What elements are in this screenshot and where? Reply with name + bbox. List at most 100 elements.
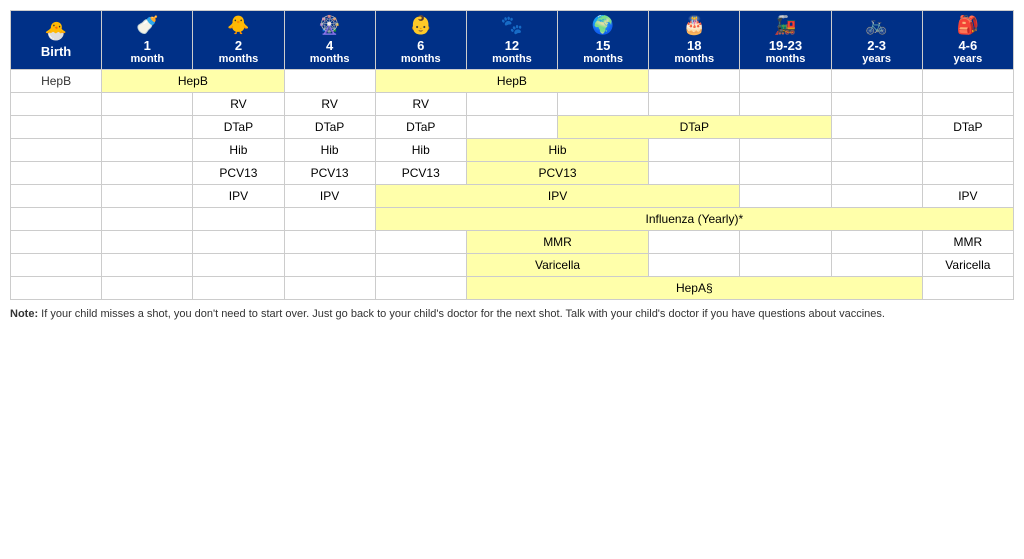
rv-2m: RV — [193, 93, 284, 116]
vaccine-name-dtap — [11, 116, 102, 139]
pcv13-1m — [102, 162, 193, 185]
mmr-1923m — [740, 231, 831, 254]
hepb-6m-15m: HepB — [375, 70, 649, 93]
mmr-46y: MMR — [922, 231, 1013, 254]
hepb-row: HepB HepB HepB — [11, 70, 1014, 93]
hib-46y — [922, 139, 1013, 162]
dtap-46y: DTaP — [922, 116, 1013, 139]
rv-18m — [649, 93, 740, 116]
hepb-46y — [922, 70, 1013, 93]
hib-row: Hib Hib Hib Hib — [11, 139, 1014, 162]
vaccine-schedule-table: 🐣 Birth 🍼 1 month 🐥 2 months 🎡 4 months … — [10, 10, 1014, 300]
hepa-4m — [284, 277, 375, 300]
rv-6m: RV — [375, 93, 466, 116]
hepa-2m — [193, 277, 284, 300]
dtap-1923m — [831, 116, 922, 139]
mmr-2m — [193, 231, 284, 254]
rv-23y — [831, 93, 922, 116]
hepb-1923m — [740, 70, 831, 93]
hepb-23y — [831, 70, 922, 93]
varicella-18m — [649, 254, 740, 277]
vaccine-name-rv — [11, 93, 102, 116]
hepa-12m-23y: HepA§ — [466, 277, 922, 300]
mmr-1m — [102, 231, 193, 254]
1923months-icon: 🚂 — [742, 15, 828, 36]
dtap-6m: DTaP — [375, 116, 466, 139]
15months-icon: 🌍 — [560, 15, 646, 36]
rv-1m — [102, 93, 193, 116]
header-1923months: 🚂 19-23 months — [740, 11, 831, 70]
pcv13-row: PCV13 PCV13 PCV13 PCV13 — [11, 162, 1014, 185]
header-18months: 🎂 18 months — [649, 11, 740, 70]
ipv-row: IPV IPV IPV IPV — [11, 185, 1014, 208]
vaccine-name-varicella — [11, 254, 102, 277]
mmr-6m — [375, 231, 466, 254]
varicella-46y: Varicella — [922, 254, 1013, 277]
vaccine-name-hib — [11, 139, 102, 162]
note-text: If your child misses a shot, you don't n… — [41, 308, 885, 320]
pcv13-2m: PCV13 — [193, 162, 284, 185]
influenza-6m-46y: Influenza (Yearly)* — [375, 208, 1013, 231]
ipv-46y: IPV — [922, 185, 1013, 208]
influenza-4m — [284, 208, 375, 231]
varicella-12m-15m: Varicella — [466, 254, 648, 277]
ipv-1923m — [740, 185, 831, 208]
mmr-4m — [284, 231, 375, 254]
header-1month: 🍼 1 month — [102, 11, 193, 70]
pcv13-23y — [831, 162, 922, 185]
pcv13-12m-15m: PCV13 — [466, 162, 648, 185]
hib-12m-15m: Hib — [466, 139, 648, 162]
birth-icon: 🐣 — [13, 21, 99, 42]
dtap-2m: DTaP — [193, 116, 284, 139]
vaccine-name-influenza — [11, 208, 102, 231]
hepa-1m — [102, 277, 193, 300]
pcv13-4m: PCV13 — [284, 162, 375, 185]
4months-icon: 🎡 — [287, 15, 373, 36]
header-12months: 🐾 12 months — [466, 11, 557, 70]
varicella-row: Varicella Varicella — [11, 254, 1014, 277]
dtap-4m: DTaP — [284, 116, 375, 139]
header-46years: 🎒 4-6 years — [922, 11, 1013, 70]
rv-15m — [558, 93, 649, 116]
2months-icon: 🐥 — [195, 15, 281, 36]
header-4months: 🎡 4 months — [284, 11, 375, 70]
header-15months: 🌍 15 months — [558, 11, 649, 70]
vaccine-name-pcv13 — [11, 162, 102, 185]
hib-6m: Hib — [375, 139, 466, 162]
vaccine-name-hepa — [11, 277, 102, 300]
dtap-15m-18m: DTaP — [558, 116, 832, 139]
influenza-1m — [102, 208, 193, 231]
hib-18m — [649, 139, 740, 162]
1month-icon: 🍼 — [104, 15, 190, 36]
mmr-23y — [831, 231, 922, 254]
ipv-4m: IPV — [284, 185, 375, 208]
12months-icon: 🐾 — [469, 15, 555, 36]
header-birth: 🐣 Birth — [11, 11, 102, 70]
pcv13-46y — [922, 162, 1013, 185]
hib-1923m — [740, 139, 831, 162]
header-23years: 🚲 2-3 years — [831, 11, 922, 70]
rv-46y — [922, 93, 1013, 116]
dtap-row: DTaP DTaP DTaP DTaP DTaP — [11, 116, 1014, 139]
rv-1923m — [740, 93, 831, 116]
hepa-6m — [375, 277, 466, 300]
mmr-18m — [649, 231, 740, 254]
hib-2m: Hib — [193, 139, 284, 162]
vaccine-name-hepb: HepB — [11, 70, 102, 93]
note-label: Note: — [10, 308, 38, 320]
vaccine-name-mmr — [11, 231, 102, 254]
hepa-row: HepA§ — [11, 277, 1014, 300]
varicella-6m — [375, 254, 466, 277]
rv-4m: RV — [284, 93, 375, 116]
dtap-1m — [102, 116, 193, 139]
header-6months: 👶 6 months — [375, 11, 466, 70]
influenza-2m — [193, 208, 284, 231]
ipv-6m-18m: IPV — [375, 185, 740, 208]
header-2months: 🐥 2 months — [193, 11, 284, 70]
rv-12m — [466, 93, 557, 116]
rv-row: RV RV RV — [11, 93, 1014, 116]
hepb-1m-2m: HepB — [102, 70, 284, 93]
pcv13-6m: PCV13 — [375, 162, 466, 185]
hepa-46y — [922, 277, 1013, 300]
hepb-4m — [284, 70, 375, 93]
